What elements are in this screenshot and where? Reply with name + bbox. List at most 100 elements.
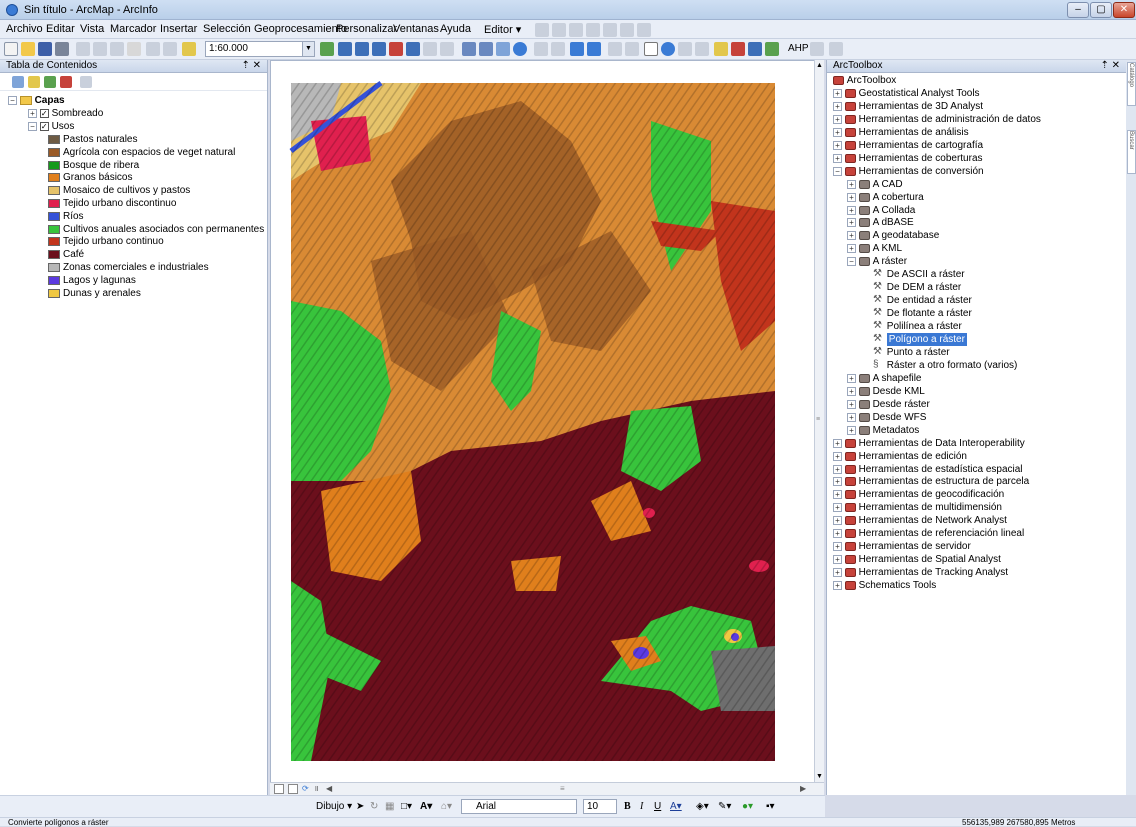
marker-color-icon[interactable]: ●▾ [742, 801, 753, 812]
ahp-tool-button[interactable]: AHP [788, 43, 809, 54]
legend-item[interactable]: Zonas comerciales e industriales [48, 261, 209, 274]
menu-personalizar[interactable]: Personalizar [336, 23, 397, 35]
legend-item[interactable]: Lagos y lagunas [48, 274, 136, 287]
toolbox-item[interactable]: + Herramientas de coberturas [833, 152, 983, 165]
raster-tool-item[interactable]: ⚒ De entidad a ráster [873, 294, 972, 307]
raster-tool-item[interactable]: ⚒ De ASCII a ráster [873, 268, 965, 281]
legend-swatch[interactable] [48, 250, 60, 260]
toolset-item[interactable]: − A ráster [847, 255, 907, 268]
toolset-item[interactable]: + A geodatabase [847, 229, 939, 242]
find-icon[interactable] [714, 42, 728, 56]
reshape-tool-icon[interactable] [586, 23, 600, 37]
raster-tool-item[interactable]: ⚒ De flotante a ráster [873, 307, 972, 320]
font-size-combobox[interactable]: 10 [583, 799, 617, 814]
expand-icon[interactable]: + [833, 153, 842, 163]
ahp-options-icon[interactable] [829, 42, 843, 56]
legend-item[interactable]: Tejido urbano discontinuo [48, 197, 176, 210]
legend-swatch[interactable] [48, 263, 60, 272]
toolbox-item[interactable]: + Herramientas de Network Analyst [833, 514, 1007, 527]
expand-icon[interactable]: + [833, 542, 842, 552]
legend-swatch[interactable] [48, 135, 60, 144]
menu-editar[interactable]: Editar [46, 23, 75, 35]
toolset-item[interactable]: + A KML [847, 242, 902, 255]
hyperlink-icon[interactable] [695, 42, 709, 56]
italic-icon[interactable]: I [640, 801, 643, 812]
expand-icon[interactable]: + [833, 477, 842, 487]
toolbox-item[interactable]: + Herramientas de referenciación lineal [833, 527, 1024, 540]
whats-this-icon[interactable] [440, 42, 454, 56]
model-builder-icon[interactable] [423, 42, 437, 56]
pan-icon[interactable] [496, 42, 510, 56]
expand-icon[interactable]: + [833, 114, 842, 124]
list-by-selection-icon[interactable] [60, 76, 72, 88]
legend-item[interactable]: Pastos naturales [48, 133, 138, 146]
legend-swatch[interactable] [48, 147, 60, 157]
font-combobox[interactable]: Arial [461, 799, 577, 814]
raster-tool-item[interactable]: ⚒ Polilínea a ráster [873, 320, 962, 333]
scrollbar-grip-icon[interactable]: ≡ [816, 416, 820, 423]
menu-archivo[interactable]: Archivo [6, 23, 43, 35]
toolbox-item[interactable]: + Herramientas de Data Interoperability [833, 437, 1025, 450]
toolset-item[interactable]: + Metadatos [847, 424, 919, 437]
search-side-tab[interactable]: Buscar [1127, 130, 1136, 174]
toolbox-item[interactable]: + Herramientas de servidor [833, 540, 971, 553]
refresh-icon[interactable]: ⟳ [302, 784, 309, 794]
menu-insertar[interactable]: Insertar [160, 23, 197, 35]
maximize-button[interactable]: ▢ [1090, 2, 1112, 18]
font-color-icon[interactable]: A▾ [670, 801, 682, 812]
dibujo-menu-button[interactable]: Dibujo ▾ [316, 801, 352, 812]
toc-layer-usos[interactable]: − ✓ Usos [28, 120, 74, 133]
toolbox-item[interactable]: + Herramientas de multidimensión [833, 501, 1002, 514]
toolset-item[interactable]: + A cobertura [847, 191, 924, 204]
expand-icon[interactable]: + [847, 244, 856, 254]
toolbox-item[interactable]: + Herramientas de Spatial Analyst [833, 553, 1001, 566]
expand-icon[interactable]: + [847, 399, 856, 409]
menu-geoprocesamiento[interactable]: Geoprocesamiento [254, 23, 347, 35]
horizontal-scroll-grip-icon[interactable]: ≡ [560, 784, 565, 794]
full-extent-icon[interactable] [513, 42, 527, 56]
expand-icon[interactable]: + [847, 192, 856, 202]
toolset-item[interactable]: + A CAD [847, 178, 903, 191]
toc-layer-sombreado[interactable]: + ✓ Sombreado [28, 107, 103, 120]
close-button[interactable]: ✕ [1113, 2, 1135, 18]
text-icon[interactable]: A▾ [420, 801, 432, 812]
legend-swatch[interactable] [48, 173, 60, 183]
map-display[interactable] [270, 60, 815, 783]
legend-item[interactable]: Bosque de ribera [48, 159, 139, 172]
expand-icon[interactable]: + [833, 490, 842, 500]
toolset-item[interactable]: + Desde WFS [847, 411, 926, 424]
toolset-item[interactable]: + A dBASE [847, 216, 914, 229]
scroll-right-icon[interactable]: ▶ [800, 784, 806, 794]
forward-extent-icon[interactable] [587, 42, 601, 56]
expand-icon[interactable]: + [847, 231, 856, 241]
table-of-contents-icon[interactable] [338, 42, 352, 56]
toc-options-icon[interactable] [80, 76, 92, 88]
edit-vertices-icon[interactable]: ⌂▾ [441, 801, 452, 812]
toolbox-root[interactable]: ArcToolbox [833, 74, 896, 87]
zoom-whole-page-icon[interactable]: ▦ [385, 801, 394, 812]
raster-tool-item[interactable]: ⚒ De DEM a ráster [873, 281, 961, 294]
sketch-tool-icon[interactable] [552, 23, 566, 37]
toolset-item[interactable]: + A Collada [847, 204, 915, 217]
toolbox-item[interactable]: + Schematics Tools [833, 579, 936, 592]
add-data-icon[interactable] [182, 42, 196, 56]
toolbox-item[interactable]: + Herramientas de cartografía [833, 139, 983, 152]
delete-icon[interactable] [127, 42, 141, 56]
raster-tool-item[interactable]: ⚒ Polígono a ráster [873, 333, 967, 346]
ahp-table-icon[interactable] [810, 42, 824, 56]
select-elements-arrow-icon[interactable]: ➤ [356, 801, 364, 812]
menu-ayuda[interactable]: Ayuda [440, 23, 471, 35]
clear-selection-icon[interactable] [625, 42, 639, 56]
raster-tool-item[interactable]: § Ráster a otro formato (varios) [873, 359, 1017, 372]
collapse-icon[interactable]: − [833, 166, 842, 176]
copy-icon[interactable] [93, 42, 107, 56]
pin-close-icon[interactable]: ⇡ ✕ [241, 60, 261, 72]
cut-icon[interactable] [76, 42, 90, 56]
toolbox-item[interactable]: + Herramientas de estructura de parcela [833, 475, 1029, 488]
toolbox-item[interactable]: + Herramientas de geocodificación [833, 488, 1004, 501]
expand-icon[interactable]: + [833, 555, 842, 565]
legend-swatch[interactable] [48, 160, 60, 170]
toolbox-item[interactable]: + Herramientas de estadística espacial [833, 463, 1023, 476]
toolbox-item[interactable]: + Herramientas de 3D Analyst [833, 100, 983, 113]
map-vertical-scrollbar[interactable]: ▲ ≡ ▼ [814, 60, 824, 782]
